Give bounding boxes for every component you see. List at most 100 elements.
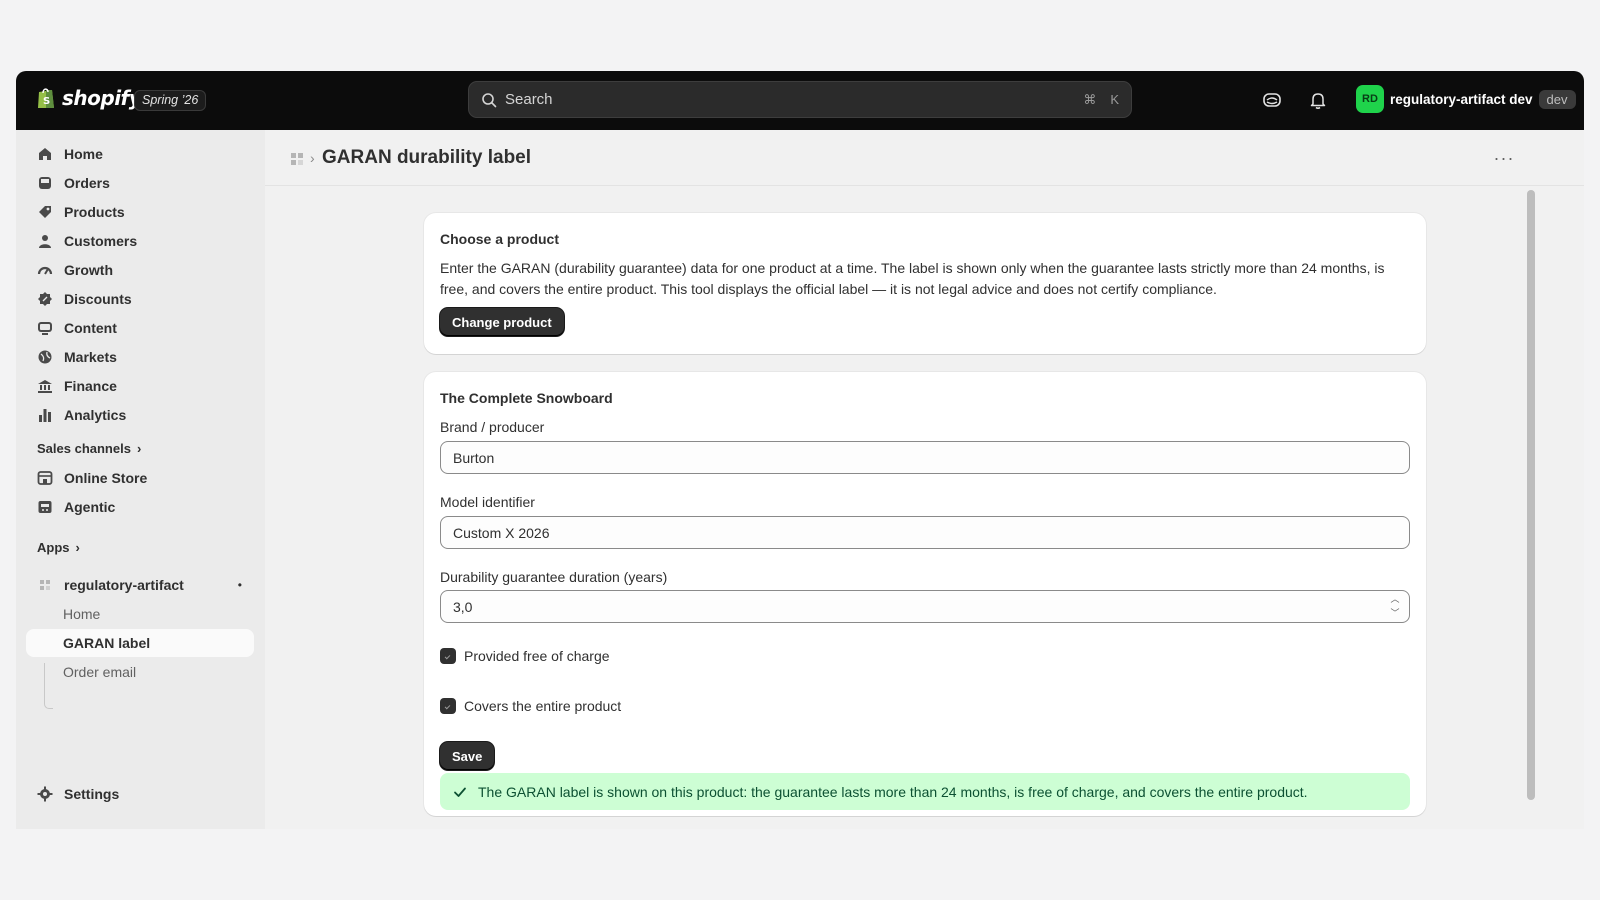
save-button[interactable]: Save bbox=[440, 742, 495, 770]
sidebar-subitem-home[interactable]: Home bbox=[26, 600, 254, 628]
chevron-up-icon[interactable]: ︿ bbox=[1390, 594, 1399, 605]
model-label: Model identifier bbox=[440, 494, 535, 510]
top-bar: S shopify Spring ’26 Search ⌘ K RD regul… bbox=[16, 71, 1584, 130]
section-label: Apps bbox=[37, 540, 70, 555]
pin-dot-icon: • bbox=[237, 578, 242, 592]
duration-value: 3,0 bbox=[453, 598, 473, 615]
sidebar-item-label: Settings bbox=[64, 786, 120, 802]
more-actions-button[interactable]: ··· bbox=[1490, 144, 1518, 172]
sidebar-item-label: Analytics bbox=[64, 407, 127, 423]
model-value: Custom X 2026 bbox=[453, 524, 550, 541]
product-form-card: The Complete Snowboard Brand / producer … bbox=[424, 372, 1426, 816]
sidebar-item-markets[interactable]: Markets bbox=[26, 343, 254, 371]
page-title: GARAN durability label bbox=[322, 147, 532, 168]
home-icon bbox=[39, 148, 51, 160]
search-input[interactable]: Search bbox=[505, 91, 1069, 108]
sidebar-item-content[interactable]: Content bbox=[26, 314, 254, 342]
search-icon bbox=[482, 92, 497, 107]
sidebar-item-label: Order email bbox=[63, 664, 137, 680]
shopify-wordmark: shopify bbox=[62, 86, 142, 110]
sidebar-item-products[interactable]: Products bbox=[26, 198, 254, 226]
main-content: › GARAN durability label ··· Choose a pr… bbox=[265, 130, 1584, 829]
chevron-down-icon[interactable]: ﹀ bbox=[1390, 608, 1399, 619]
sidebar-item-label: Growth bbox=[64, 262, 113, 278]
sidebar-item-label: GARAN label bbox=[63, 635, 151, 651]
sidebar-item-finance[interactable]: Finance bbox=[26, 372, 254, 400]
sidebar-item-app[interactable]: regulatory-artifact • bbox=[26, 571, 254, 599]
sidebar-item-label: Discounts bbox=[64, 291, 132, 307]
gauge-icon bbox=[37, 266, 53, 275]
sidebar-item-home[interactable]: Home bbox=[26, 140, 254, 168]
bank-icon bbox=[38, 380, 52, 393]
tree-elbow bbox=[44, 699, 53, 709]
app-grid-icon[interactable] bbox=[290, 152, 304, 166]
sidebar-item-label: Agentic bbox=[64, 499, 116, 515]
search-bar[interactable]: Search ⌘ K bbox=[468, 81, 1132, 118]
sidebar-item-label: Home bbox=[63, 606, 101, 622]
model-field[interactable]: Custom X 2026 bbox=[440, 516, 1410, 549]
shopify-logo[interactable]: S shopify bbox=[36, 86, 142, 110]
agentic-icon bbox=[38, 501, 52, 513]
gear-icon bbox=[37, 786, 53, 802]
success-banner: The GARAN label is shown on this product… bbox=[440, 773, 1410, 810]
sidebar-item-customers[interactable]: Customers bbox=[26, 227, 254, 255]
free-of-charge-checkbox-row[interactable]: Provided free of charge bbox=[440, 648, 610, 664]
sidebar-item-online-store[interactable]: Online Store bbox=[26, 464, 254, 492]
brand-label: Brand / producer bbox=[440, 419, 545, 435]
dev-badge: dev bbox=[1538, 89, 1576, 109]
bell-icon[interactable] bbox=[1307, 89, 1329, 111]
banner-text: The GARAN label is shown on this product… bbox=[478, 783, 1308, 800]
section-label: Sales channels bbox=[37, 441, 131, 456]
content-icon bbox=[38, 322, 52, 335]
sidebar-item-label: Online Store bbox=[64, 470, 148, 486]
change-product-button[interactable]: Change product bbox=[440, 308, 564, 336]
shortcut-key: K bbox=[1110, 92, 1119, 107]
checkbox-label: Covers the entire product bbox=[464, 698, 622, 714]
store-name: regulatory-artifact dev bbox=[1390, 91, 1533, 107]
sales-channels-header[interactable]: Sales channels › bbox=[37, 441, 141, 456]
app-window: S shopify Spring ’26 Search ⌘ K RD regul… bbox=[16, 71, 1584, 829]
sidebar-subitem-order-email[interactable]: Order email bbox=[26, 658, 254, 686]
svg-text:S: S bbox=[43, 96, 50, 107]
chevron-right-icon: › bbox=[136, 441, 142, 456]
card-title: The Complete Snowboard bbox=[440, 390, 613, 406]
sidebar-item-label: Markets bbox=[64, 349, 117, 365]
brand-value: Burton bbox=[453, 449, 495, 466]
scrollbar[interactable] bbox=[1527, 190, 1535, 800]
sidebar-item-label: Home bbox=[64, 146, 103, 162]
globe-icon bbox=[38, 350, 52, 364]
free-of-charge-checkbox[interactable] bbox=[440, 648, 456, 664]
entire-product-checkbox[interactable] bbox=[440, 698, 456, 714]
sidekick-icon[interactable] bbox=[1261, 89, 1283, 111]
account-menu[interactable]: RD regulatory-artifact dev dev bbox=[1356, 85, 1576, 113]
number-stepper[interactable]: ︿ ﹀ bbox=[1387, 594, 1403, 619]
sidebar-item-label: regulatory-artifact bbox=[64, 577, 184, 593]
inbox-icon bbox=[39, 177, 51, 189]
shopify-bag-icon: S bbox=[38, 88, 54, 108]
store-icon bbox=[37, 471, 53, 485]
sidebar-item-label: Customers bbox=[64, 233, 138, 249]
sidebar-item-analytics[interactable]: Analytics bbox=[26, 401, 254, 429]
checkmark-icon bbox=[454, 787, 466, 797]
sidebar-item-agentic[interactable]: Agentic bbox=[26, 493, 254, 521]
sidebar-item-discounts[interactable]: Discounts bbox=[26, 285, 254, 313]
chart-bar-icon bbox=[39, 409, 51, 422]
entire-product-checkbox-row[interactable]: Covers the entire product bbox=[440, 698, 621, 714]
sidebar-item-growth[interactable]: Growth bbox=[26, 256, 254, 284]
duration-field[interactable]: 3,0 ︿ ﹀ bbox=[440, 590, 1410, 623]
brand-field[interactable]: Burton bbox=[440, 441, 1410, 474]
choose-product-card: Choose a product Enter the GARAN (durabi… bbox=[424, 213, 1426, 354]
card-title: Choose a product bbox=[440, 231, 560, 247]
title-bar: › GARAN durability label ··· bbox=[265, 130, 1584, 186]
edition-badge[interactable]: Spring ’26 bbox=[134, 90, 207, 111]
sidebar-item-label: Products bbox=[64, 204, 125, 220]
checkbox-label: Provided free of charge bbox=[464, 648, 610, 664]
sidebar-subitem-garan-label[interactable]: GARAN label bbox=[26, 629, 254, 657]
app-grid-icon bbox=[40, 580, 50, 590]
chevron-right-icon: › bbox=[310, 150, 315, 166]
sidebar-item-settings[interactable]: Settings bbox=[26, 780, 254, 808]
apps-header[interactable]: Apps › bbox=[37, 540, 80, 555]
shortcut-cmd: ⌘ bbox=[1083, 91, 1097, 107]
duration-label: Durability guarantee duration (years) bbox=[440, 569, 668, 585]
sidebar-item-orders[interactable]: Orders bbox=[26, 169, 254, 197]
